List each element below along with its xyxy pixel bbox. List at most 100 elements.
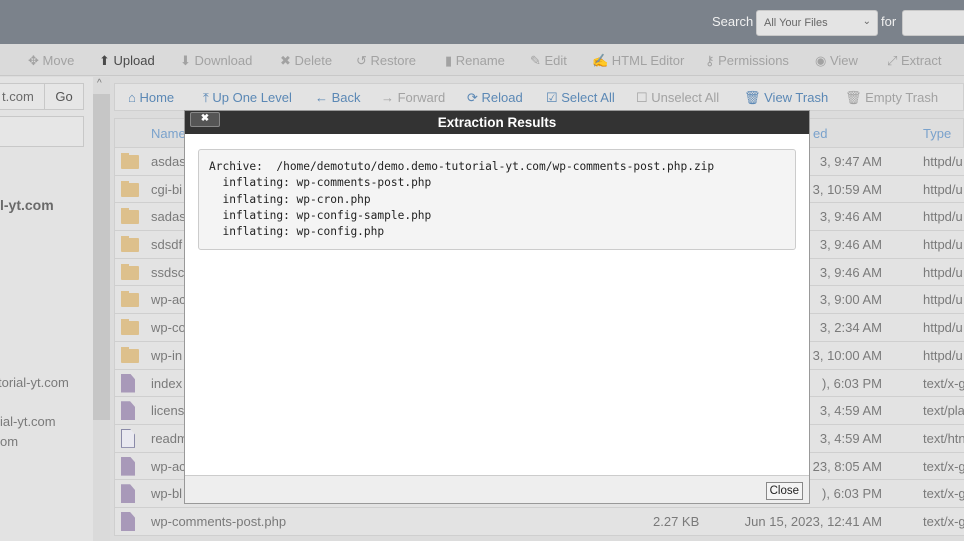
tree-item[interactable]: om (0, 434, 18, 449)
tree-item[interactable]: ial-yt.com (0, 414, 56, 429)
toolbar-html-editor-button[interactable]: ✍ HTML Editor (592, 53, 684, 69)
file-icon (121, 511, 135, 531)
file-type: text/htn (923, 430, 964, 446)
folder-icon (121, 180, 139, 197)
folder-icon (121, 153, 139, 169)
folder-icon (121, 263, 139, 280)
file-modified: 23, 8:05 AM (812, 458, 882, 474)
column-modified[interactable]: ed (813, 126, 827, 141)
file-name: licens (151, 403, 185, 419)
file-modified: 3, 9:46 AM (819, 209, 882, 225)
file-modified: 3, 4:59 AM (819, 430, 882, 446)
file-name: wp-co (151, 320, 186, 336)
file-name: wp-comments-post.php (151, 513, 287, 529)
toolbar-permissions-button[interactable]: ⚷ Permissions (705, 53, 789, 69)
nav-reload-button[interactable]: ⟳ Reload (467, 90, 523, 106)
folder-icon (121, 208, 139, 225)
search-label: Search (712, 14, 754, 29)
file-type: httpd/u (923, 264, 963, 280)
header: Search All Your Files ⌄ for (0, 0, 964, 44)
extraction-results-dialog: Extraction Results ✖ Archive: /home/demo… (184, 110, 810, 504)
file-type: httpd/u (923, 154, 963, 169)
file-icon (121, 484, 135, 504)
scroll-up-icon[interactable]: ^ (97, 78, 102, 89)
chevron-down-icon: ⌄ (862, 16, 871, 27)
folder-icon (121, 319, 139, 336)
file-type: httpd/u (923, 292, 963, 308)
file-name: index (151, 375, 183, 391)
column-name[interactable]: Name (151, 126, 186, 141)
file-name: ssdsc (151, 264, 185, 280)
file-type: text/x-g (923, 458, 964, 474)
tree-item[interactable]: torial-yt.com (0, 375, 69, 390)
nav-forward-button[interactable]: → Forward (381, 90, 445, 105)
file-name: wp-ac (151, 458, 186, 474)
extraction-output: Archive: /home/demotuto/demo.demo-tutori… (198, 149, 796, 250)
dialog-title: Extraction Results (437, 115, 557, 130)
file-type: text/x-g (923, 486, 964, 502)
sidebar: t.com Go l-yt.com torial-yt.com ial-yt.c… (0, 77, 93, 541)
file-type: httpd/u (923, 181, 963, 197)
toolbar-move-button[interactable]: ✥ Move (28, 53, 74, 69)
search-input[interactable] (902, 10, 964, 36)
nav-select-all-button[interactable]: ☑ Select All (546, 90, 615, 106)
for-label: for (881, 14, 897, 29)
toolbar-extract-button[interactable]: ⤢ Extract (887, 53, 941, 69)
file-modified: 3, 9:46 AM (819, 264, 882, 280)
nav-back-button[interactable]: ← Back (315, 90, 361, 105)
file-type: text/x-g (923, 375, 964, 391)
toolbar-download-button[interactable]: ⬇ Download (180, 53, 252, 69)
scrollbar-thumb[interactable] (93, 94, 110, 420)
file-type: text/pla (923, 403, 964, 419)
collapse-box[interactable] (0, 116, 84, 147)
toolbar-upload-button[interactable]: ⬆ Upload (99, 53, 155, 69)
nav-unselect-all-button[interactable]: ☐ Unselect All (636, 90, 719, 106)
folder-icon (121, 291, 139, 308)
file-size: 2.27 KB (653, 513, 700, 529)
folder-icon (121, 236, 139, 253)
file-name: cgi-bi (151, 181, 183, 197)
nav-up-one-level-button[interactable]: ⤒ Up One Level (203, 90, 292, 106)
file-name: readm (151, 430, 188, 446)
column-type[interactable]: Type (923, 126, 951, 141)
file-icon (121, 401, 135, 421)
file-modified: 3, 9:00 AM (819, 292, 882, 308)
dialog-titlebar: Extraction Results ✖ (185, 111, 809, 134)
nav-view-trash-button[interactable]: 🗑 View Trash (744, 90, 828, 106)
file-type: text/x-g (923, 513, 964, 529)
directory-input[interactable]: t.com (0, 83, 45, 110)
file-icon (121, 456, 135, 476)
toolbar-edit-button[interactable]: ✎ Edit (530, 53, 567, 69)
file-name: sadas (151, 209, 186, 225)
file-name: wp-bl (151, 486, 183, 502)
toolbar-restore-button[interactable]: ↺ Restore (356, 53, 416, 69)
toolbar-view-button[interactable]: ◉ View (815, 53, 858, 69)
toolbar-delete-button[interactable]: ✖ Delete (280, 53, 332, 69)
file-modified: 3, 9:46 AM (819, 237, 882, 253)
table-row[interactable]: wp-comments-post.php 2.27 KB Jun 15, 2023,… (114, 507, 964, 536)
search-scope-value: All Your Files (764, 17, 828, 29)
file-type: httpd/u (923, 347, 963, 363)
file-name: wp-in (151, 347, 183, 363)
nav-empty-trash-button[interactable]: 🗑 Empty Trash (845, 90, 938, 106)
go-button[interactable]: Go (44, 83, 84, 110)
nav-home-button[interactable]: ⌂ Home (128, 90, 174, 105)
file-modified: Jun 15, 2023, 12:41 AM (744, 513, 882, 529)
file-icon (121, 373, 135, 393)
tree-item[interactable]: l-yt.com (0, 197, 54, 213)
close-button[interactable]: Close (765, 482, 803, 500)
close-icon[interactable]: ✖ (190, 112, 220, 127)
file-modified: 3, 9:47 AM (819, 154, 882, 169)
dialog-footer: Close (185, 475, 809, 503)
file-modified: 3, 4:59 AM (819, 403, 882, 419)
toolbar-rename-button[interactable]: ▮ Rename (445, 53, 505, 69)
file-modified: 3, 2:34 AM (819, 320, 882, 336)
folder-icon (121, 346, 139, 363)
code-file-icon (121, 428, 135, 448)
file-modified: 3, 10:00 AM (812, 347, 882, 363)
sidebar-scrollbar[interactable]: ^ (93, 77, 110, 541)
file-modified: ), 6:03 PM (822, 486, 882, 502)
file-name: sdsdf (151, 237, 183, 253)
search-scope-select[interactable]: All Your Files ⌄ (756, 10, 878, 36)
file-type: httpd/u (923, 237, 963, 253)
